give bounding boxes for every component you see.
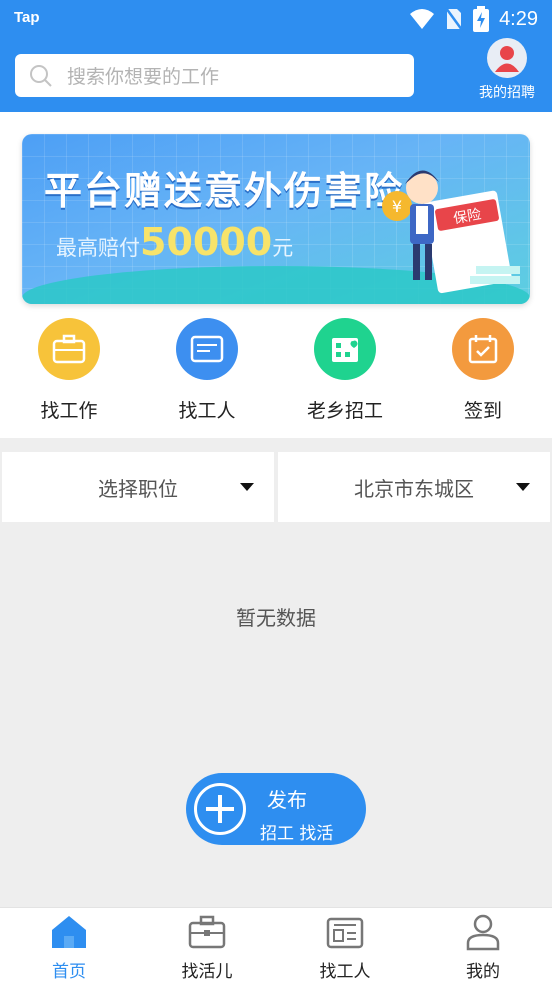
position-filter-label: 选择职位 (98, 476, 178, 501)
tab-mine[interactable]: 我的 (428, 912, 538, 981)
banner-amount: 50000 (140, 220, 273, 264)
banner-unit: 元 (272, 236, 294, 260)
quick-check-in-label: 签到 (463, 400, 502, 422)
publish-subtitle: 招工 找活 (260, 824, 334, 844)
bottom-tab-bar: 首页 找活儿 找工人 我的 (0, 907, 552, 981)
id-card-icon (290, 912, 400, 952)
status-bar: Tap 4:29 (0, 0, 552, 40)
quick-find-job-label: 找工作 (40, 400, 98, 422)
banner-subtitle-prefix: 最高赔付 (56, 236, 140, 260)
status-time: 4:29 (499, 7, 538, 30)
publish-title: 发布 (267, 788, 307, 812)
banner-title: 平台赠送意外伤害险 (44, 169, 405, 213)
no-sim-icon (445, 7, 464, 31)
search-icon (30, 64, 52, 87)
empty-state-message: 暂无数据 (236, 606, 316, 630)
chevron-down-icon (516, 483, 530, 491)
my-recruit-label: 我的招聘 (479, 85, 535, 101)
tab-find-worker[interactable]: 找工人 (290, 912, 400, 981)
quick-hometown-recruit[interactable]: 老乡招工 (285, 318, 405, 423)
tab-mine-label: 我的 (466, 962, 500, 981)
tab-find-gig-label: 找活儿 (181, 962, 233, 981)
tab-find-gig[interactable]: 找活儿 (152, 912, 262, 981)
svg-text:¥: ¥ (392, 197, 402, 216)
person-icon (428, 912, 538, 952)
briefcase-icon (38, 318, 100, 380)
quick-find-job[interactable]: 找工作 (9, 318, 129, 423)
banner-illustration: ¥ 保险 (382, 170, 520, 294)
insurance-banner[interactable]: 平台赠送意外伤害险 最高赔付 50000 元 ¥ 保险 (22, 134, 530, 304)
status-icons: 4:29 (409, 6, 538, 32)
chevron-down-icon (240, 483, 254, 491)
app-header: Tap 4:29 搜索你想要的工作 我的招聘 (0, 0, 552, 112)
building-heart-icon (314, 318, 376, 380)
location-filter-dropdown[interactable]: 北京市东城区 (278, 452, 550, 522)
location-filter-label: 北京市东城区 (354, 476, 474, 501)
position-filter-dropdown[interactable]: 选择职位 (2, 452, 274, 522)
recruiter-avatar-icon (487, 38, 527, 78)
search-placeholder: 搜索你想要的工作 (67, 66, 220, 88)
quick-hometown-recruit-label: 老乡招工 (306, 400, 383, 422)
banner-subtitle: 最高赔付 50000 元 (56, 220, 293, 264)
status-app-name: Tap (14, 9, 40, 26)
calendar-check-icon (452, 318, 514, 380)
my-recruit-button[interactable]: 我的招聘 (472, 38, 542, 104)
quick-check-in[interactable]: 签到 (423, 318, 543, 423)
briefcase-icon (152, 912, 262, 952)
tab-find-worker-label: 找工人 (319, 962, 371, 981)
battery-charging-icon (473, 6, 490, 32)
quick-find-worker[interactable]: 找工人 (147, 318, 267, 423)
tab-home-label: 首页 (52, 962, 86, 981)
quick-find-worker-label: 找工人 (178, 400, 236, 422)
plus-circle-icon (194, 783, 246, 835)
id-card-icon (176, 318, 238, 380)
wifi-icon (410, 9, 435, 29)
publish-button[interactable]: 发布 招工 找活 (186, 773, 366, 845)
search-input[interactable]: 搜索你想要的工作 (15, 54, 414, 97)
home-icon (14, 912, 124, 952)
tab-home[interactable]: 首页 (14, 912, 124, 981)
